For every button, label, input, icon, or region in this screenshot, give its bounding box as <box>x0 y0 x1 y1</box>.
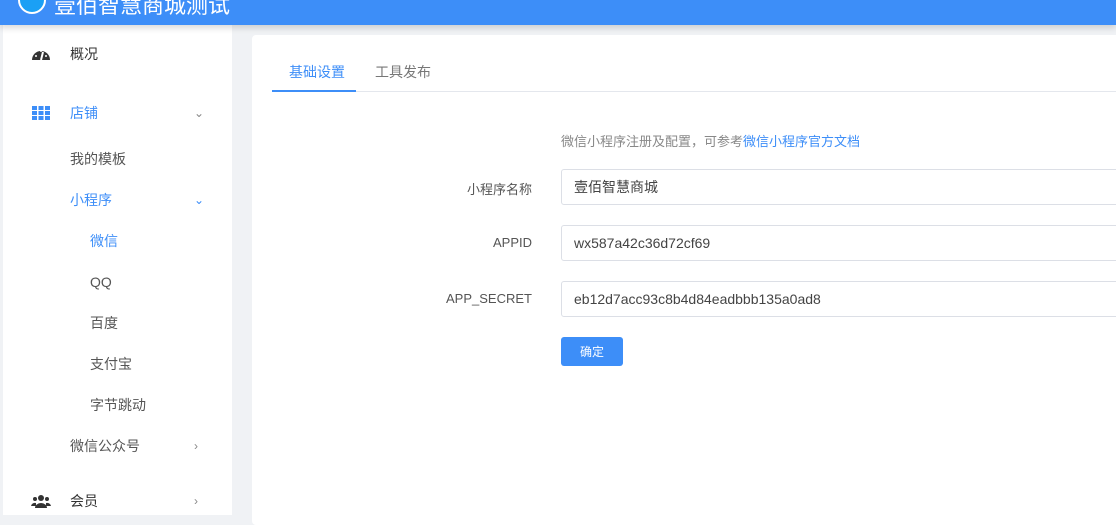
tab-basic-settings[interactable]: 基础设置 <box>289 62 345 82</box>
sidebar-item-shop[interactable]: 店铺 ⌄ <box>3 93 232 133</box>
sidebar-item-my-templates[interactable]: 我的模板 <box>3 139 232 179</box>
chevron-down-icon: ⌄ <box>194 106 205 120</box>
sidebar-item-alipay[interactable]: 支付宝 <box>3 344 232 384</box>
chevron-right-icon: › <box>194 494 198 508</box>
appid-input[interactable] <box>561 225 1116 261</box>
sidebar-item-baidu[interactable]: 百度 <box>3 303 232 343</box>
name-input[interactable] <box>561 169 1116 205</box>
secret-row: APP_SECRET <box>252 281 1116 317</box>
chevron-right-icon: › <box>194 439 198 453</box>
sidebar-item-qq[interactable]: QQ <box>3 262 232 302</box>
sidebar-item-members[interactable]: 会员 › <box>3 481 232 521</box>
chevron-down-icon: ⌄ <box>194 193 205 207</box>
name-row: 小程序名称 <box>252 169 1116 205</box>
tab-tool-publish[interactable]: 工具发布 <box>375 62 431 82</box>
active-tab-indicator <box>272 90 356 92</box>
dashboard-icon <box>32 50 50 61</box>
users-icon <box>31 495 51 508</box>
grid-icon <box>32 106 50 120</box>
hint-text: 微信小程序注册及配置，可参考微信小程序官方文档 <box>561 134 861 149</box>
secret-input[interactable] <box>561 281 1116 317</box>
sidebar-item-bytedance[interactable]: 字节跳动 <box>3 385 232 425</box>
main-panel: 基础设置 工具发布 微信小程序注册及配置，可参考微信小程序官方文档 小程序名称 … <box>252 35 1116 525</box>
docs-link[interactable]: 微信小程序官方文档 <box>743 134 860 149</box>
top-header: 壹佰智慧商城测试 <box>0 0 1116 25</box>
sidebar-item-wechat-official[interactable]: 微信公众号 › <box>3 426 232 466</box>
app-title: 壹佰智慧商城测试 <box>54 0 231 18</box>
appid-row: APPID <box>252 225 1116 261</box>
confirm-button[interactable]: 确定 <box>561 337 623 366</box>
sidebar-item-miniprogram[interactable]: 小程序 ⌄ <box>3 180 232 220</box>
tabs: 基础设置 工具发布 <box>272 35 1116 92</box>
sidebar-item-wechat[interactable]: 微信 <box>3 221 232 261</box>
sidebar-item-overview[interactable]: 概况 <box>3 34 232 74</box>
logo-icon <box>18 0 46 14</box>
sidebar: 概况 店铺 ⌄ 我的模板 小程序 ⌄ 微信 QQ 百度 支付宝 字节跳动 微信公众… <box>3 25 232 515</box>
